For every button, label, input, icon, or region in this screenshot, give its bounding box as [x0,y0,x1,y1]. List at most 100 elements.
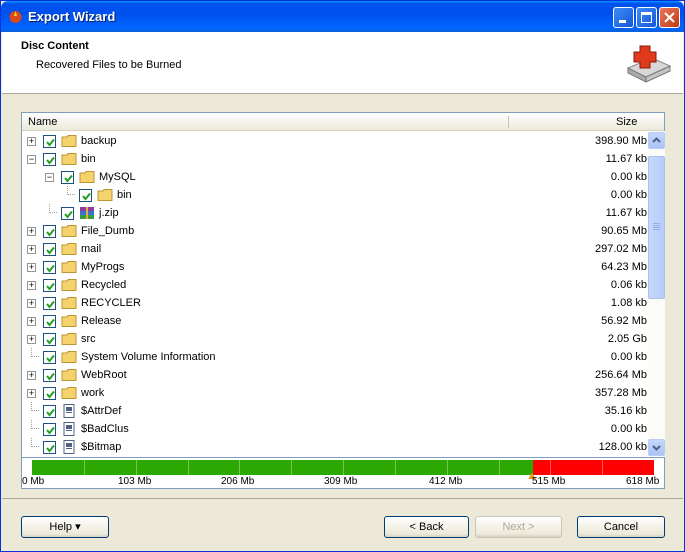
tree-row[interactable]: + Release 56.92 Mb [22,312,647,330]
scroll-up-button[interactable] [648,132,665,149]
row-size: 0.00 kb [610,351,647,363]
app-icon [9,11,22,23]
row-checkbox[interactable] [43,153,56,166]
gauge-tick [550,460,551,475]
row-checkbox[interactable] [43,405,56,418]
row-size: 0.00 kb [610,171,647,183]
zip-archive-icon [79,206,95,220]
tree-row[interactable]: − MySQL 0.00 kb [22,168,647,186]
expand-icon[interactable]: + [27,335,36,344]
expand-icon[interactable]: + [27,227,36,236]
expand-icon[interactable]: + [27,281,36,290]
minimize-button[interactable] [613,7,634,28]
tree-connector [31,348,39,357]
tree-row[interactable]: + RECYCLER 1.08 kb [22,294,647,312]
tree-row[interactable]: + mail 297.02 Mb [22,240,647,258]
row-checkbox[interactable] [61,207,74,220]
checkmark-icon [82,192,91,201]
chevron-down-icon [652,445,661,451]
tree-row[interactable]: + MyProgs 64.23 Mb [22,258,647,276]
tree-row[interactable]: $Bitmap 128.00 kb [22,438,647,456]
checkmark-icon [64,174,73,183]
column-name[interactable]: Name [28,116,57,128]
row-name: backup [81,135,117,147]
row-name: $BadClus [81,423,129,435]
row-size: 128.00 kb [598,441,647,453]
tree-row[interactable]: bin 0.00 kb [22,186,647,204]
tree-row[interactable]: j.zip 11.67 kb [22,204,647,222]
tree-connector [31,420,39,429]
scroll-thumb[interactable] [648,156,665,299]
row-checkbox[interactable] [43,297,56,310]
tree-row[interactable]: + work 357.28 Mb [22,384,647,402]
row-size: 90.65 Mb [601,225,647,237]
tree-row[interactable]: − bin 11.67 kb [22,150,647,168]
system-file-icon [61,422,77,436]
column-size[interactable]: Size [616,116,637,128]
page-subtitle: Recovered Files to be Burned [36,59,182,71]
expand-icon[interactable]: + [27,137,36,146]
collapse-icon[interactable]: − [45,173,54,182]
maximize-button[interactable] [636,7,657,28]
row-checkbox[interactable] [43,315,56,328]
cancel-button[interactable]: Cancel [577,516,665,538]
vertical-scrollbar[interactable] [648,131,665,457]
row-size: 56.92 Mb [601,315,647,327]
folder-icon [97,188,113,202]
row-checkbox[interactable] [61,171,74,184]
row-checkbox[interactable] [79,189,92,202]
tree-row[interactable]: $AttrDef 35.16 kb [22,402,647,420]
row-checkbox[interactable] [43,387,56,400]
gauge-tick [499,460,500,475]
row-checkbox[interactable] [43,369,56,382]
burn-disc-icon [626,45,672,83]
help-button[interactable]: Help ▾ [21,516,109,538]
row-size: 0.00 kb [610,423,647,435]
row-name: MySQL [99,171,136,183]
row-name: File_Dumb [81,225,135,237]
expand-icon[interactable]: + [27,317,36,326]
row-checkbox[interactable] [43,225,56,238]
close-icon [664,12,675,23]
row-checkbox[interactable] [43,333,56,346]
expand-icon[interactable]: + [27,245,36,254]
expand-icon[interactable]: + [27,263,36,272]
folder-icon [61,350,77,364]
row-checkbox[interactable] [43,441,56,454]
folder-icon [61,260,77,274]
tree-row[interactable]: + src 2.05 Gb [22,330,647,348]
tree-row[interactable]: System Volume Information 0.00 kb [22,348,647,366]
gauge-label: 618 Mb [626,476,660,487]
row-size: 35.16 kb [604,405,647,417]
row-name: bin [81,153,96,165]
expand-icon[interactable]: + [27,389,36,398]
row-checkbox[interactable] [43,135,56,148]
column-separator[interactable] [508,116,509,128]
column-header: Name Size [22,113,664,131]
tree-row[interactable]: $BadClus 0.00 kb [22,420,647,438]
checkmark-icon [46,246,55,255]
tree-row[interactable]: + Recycled 0.06 kb [22,276,647,294]
expand-icon[interactable]: + [27,299,36,308]
row-checkbox[interactable] [43,423,56,436]
collapse-icon[interactable]: − [27,155,36,164]
row-checkbox[interactable] [43,351,56,364]
expand-icon[interactable]: + [27,371,36,380]
scroll-down-button[interactable] [648,439,665,456]
close-button[interactable] [659,7,680,28]
gauge-label: 515 Mb [532,476,566,487]
back-button[interactable]: < Back [384,516,469,538]
disc-capacity-gauge: 0 Mb 103 Mb 206 Mb 309 Mb 412 Mb 515 Mb 618 Mb [21,457,665,489]
row-checkbox[interactable] [43,279,56,292]
checkmark-icon [46,318,55,327]
title-bar[interactable]: Export Wizard [1,1,684,32]
row-checkbox[interactable] [43,261,56,274]
row-checkbox[interactable] [43,243,56,256]
gauge-label: 0 Mb [22,476,45,487]
tree-row[interactable]: + backup 398.90 Mb [22,132,647,150]
next-button[interactable]: Next > [475,516,562,538]
tree-row[interactable]: + WebRoot 256.64 Mb [22,366,647,384]
system-file-icon [61,440,77,454]
folder-icon [61,368,77,382]
tree-row[interactable]: + File_Dumb 90.65 Mb [22,222,647,240]
